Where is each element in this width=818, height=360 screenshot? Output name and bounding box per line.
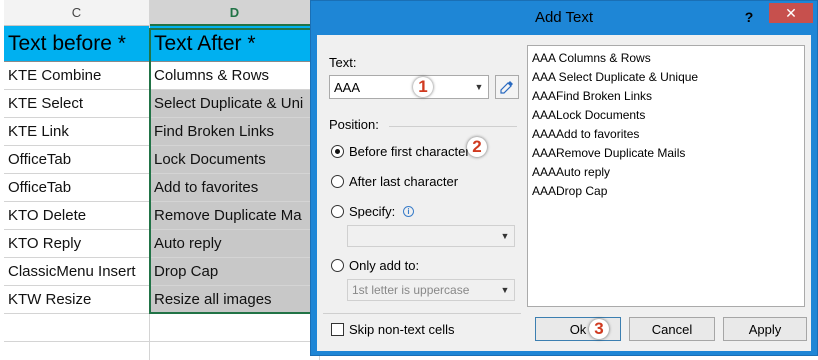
cell-before[interactable]: OfficeTab — [4, 146, 150, 174]
apply-button[interactable]: Apply — [723, 317, 807, 341]
cell-after[interactable]: Lock Documents — [150, 146, 320, 174]
skip-non-text-label[interactable]: Skip non-text cells — [349, 322, 455, 337]
cell-before[interactable]: KTO Delete — [4, 202, 150, 230]
only-add-to-select[interactable]: 1st letter is uppercase ▼ — [347, 279, 515, 301]
title-bar[interactable]: Add Text ? ✕ — [311, 1, 817, 35]
table-row: KTW Resize Resize all images — [4, 286, 320, 314]
cell-before[interactable]: KTE Combine — [4, 62, 150, 90]
cell-after[interactable]: Select Duplicate & Uni — [150, 90, 320, 118]
table-row: OfficeTab Add to favorites — [4, 174, 320, 202]
only-add-to-value: 1st letter is uppercase — [352, 283, 470, 297]
cell-after[interactable]: Auto reply — [150, 230, 320, 258]
text-label: Text: — [329, 55, 357, 70]
text-input-value: AAA — [334, 79, 361, 95]
column-header-c[interactable]: C — [4, 0, 150, 26]
table-row: KTO Delete Remove Duplicate Ma — [4, 202, 320, 230]
chevron-down-icon[interactable]: ▼ — [499, 229, 511, 243]
info-icon[interactable]: i — [403, 206, 414, 217]
table-row: ClassicMenu Insert Drop Cap — [4, 258, 320, 286]
after-last-label[interactable]: After last character — [349, 174, 458, 189]
table-row: KTE Link Find Broken Links — [4, 118, 320, 146]
spreadsheet: C D Text before * Text After * KTE Combi… — [0, 0, 321, 360]
only-add-to-label[interactable]: Only add to: — [349, 258, 419, 273]
header-row: Text before * Text After * — [4, 26, 320, 62]
empty-row — [4, 342, 320, 360]
cell-before[interactable]: OfficeTab — [4, 174, 150, 202]
cell-picker-button[interactable] — [495, 75, 519, 99]
list-item: AAALock Documents — [532, 108, 646, 122]
close-button[interactable]: ✕ — [769, 3, 813, 23]
radio-only-add-to[interactable] — [331, 259, 344, 272]
step-badge-3: 3 — [589, 319, 609, 339]
chevron-down-icon[interactable]: ▼ — [499, 283, 511, 297]
bottom-divider — [323, 313, 521, 314]
group-divider — [389, 126, 517, 127]
cell-before[interactable]: KTE Link — [4, 118, 150, 146]
specify-label[interactable]: Specify: — [349, 204, 395, 219]
empty-cell[interactable] — [150, 342, 320, 360]
table-row: KTE Combine Columns & Rows — [4, 62, 320, 90]
radio-before-first[interactable] — [331, 145, 344, 158]
cell-after[interactable]: Find Broken Links — [150, 118, 320, 146]
before-first-label[interactable]: Before first character — [349, 144, 470, 159]
cell-after[interactable]: Resize all images — [150, 286, 320, 314]
table-row: OfficeTab Lock Documents — [4, 146, 320, 174]
position-label: Position: — [329, 117, 379, 132]
header-cell-text-before[interactable]: Text before * — [4, 26, 150, 62]
empty-cell[interactable] — [4, 314, 150, 342]
cell-after[interactable]: Remove Duplicate Ma — [150, 202, 320, 230]
cell-before[interactable]: ClassicMenu Insert — [4, 258, 150, 286]
preview-list[interactable]: AAA Columns & Rows AAA Select Duplicate … — [527, 45, 805, 307]
empty-cell[interactable] — [150, 314, 320, 342]
empty-cell[interactable] — [4, 342, 150, 360]
specify-input[interactable]: ▼ — [347, 225, 515, 247]
list-item: AAARemove Duplicate Mails — [532, 146, 686, 160]
table-row: KTE Select Select Duplicate & Uni — [4, 90, 320, 118]
cancel-button[interactable]: Cancel — [629, 317, 715, 341]
cell-before[interactable]: KTO Reply — [4, 230, 150, 258]
list-item: AAAAuto reply — [532, 165, 611, 179]
help-button[interactable]: ? — [739, 7, 759, 27]
dialog-body: Text: AAA ▼ Position: Before first chara… — [317, 35, 811, 351]
column-header-d[interactable]: D — [150, 0, 320, 26]
chevron-down-icon[interactable]: ▼ — [473, 80, 485, 94]
header-cell-text-after[interactable]: Text After * — [150, 26, 320, 62]
radio-specify[interactable] — [331, 205, 344, 218]
cell-after[interactable]: Add to favorites — [150, 174, 320, 202]
cell-before[interactable]: KTE Select — [4, 90, 150, 118]
list-item: AAAAdd to favorites — [532, 127, 640, 141]
list-item: AAADrop Cap — [532, 184, 608, 198]
list-item: AAAFind Broken Links — [532, 89, 653, 103]
list-item: AAA Columns & Rows — [532, 51, 651, 65]
list-item: AAA Select Duplicate & Unique — [532, 70, 699, 84]
cell-after[interactable]: Columns & Rows — [150, 62, 320, 90]
text-input[interactable]: AAA ▼ — [329, 75, 489, 99]
cell-before[interactable]: KTW Resize — [4, 286, 150, 314]
eyedropper-icon — [500, 81, 513, 94]
add-text-dialog: Add Text ? ✕ Text: AAA ▼ Position: Befor… — [310, 0, 818, 356]
step-badge-2: 2 — [467, 137, 487, 157]
step-badge-1: 1 — [413, 77, 433, 97]
empty-row — [4, 314, 320, 342]
table-row: KTO Reply Auto reply — [4, 230, 320, 258]
radio-after-last[interactable] — [331, 175, 344, 188]
cell-after[interactable]: Drop Cap — [150, 258, 320, 286]
skip-non-text-checkbox[interactable] — [331, 323, 344, 336]
